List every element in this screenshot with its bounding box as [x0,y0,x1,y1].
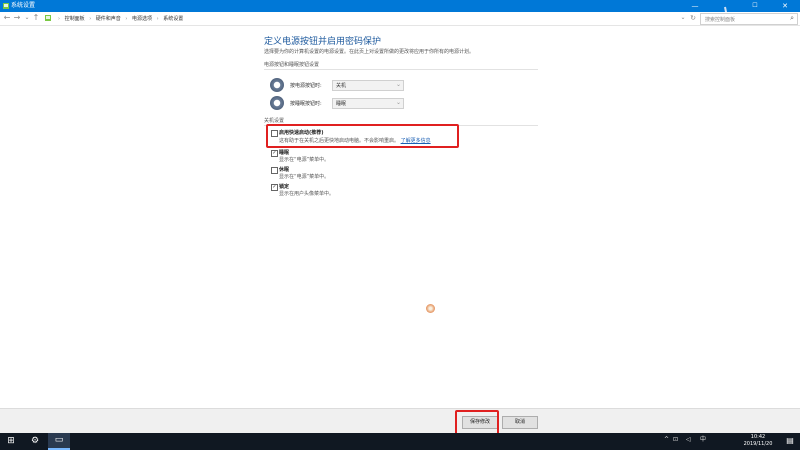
back-icon[interactable]: ← [2,13,12,23]
sleep-option-desc: 显示在“电源”菜单中。 [279,157,330,163]
sleep-option-title: 睡眠 [279,150,290,156]
search-input[interactable]: 搜索控制面板 ⌕ [700,13,798,25]
main-content: 定义电源按钮并启用密码保护 选择要为你的计算机设置的电源设置。在此页上对设置所做… [0,26,800,408]
notification-icon[interactable]: ▤ [785,436,795,446]
clock-time: 10:42 [750,434,766,440]
search-placeholder: 搜索控制面板 [705,17,736,23]
button-bar: 保存修改 取消 [0,408,800,435]
page-title: 定义电源按钮并启用密码保护 [264,37,382,47]
control-panel-taskbar-icon[interactable]: ▭ [48,433,70,450]
breadcrumb: › 控制面板 › 硬件和声音 › 电源选项 › 系统设置 [55,15,183,22]
windows-start-icon[interactable]: ⊞ [0,433,22,450]
sleep-button-value: 睡眠 [336,101,347,107]
refresh-icon[interactable]: ↻ [688,13,698,23]
cancel-button[interactable]: 取消 [502,416,538,429]
highlight-save-button [455,410,499,435]
chevron-down-icon: ⌄ [395,99,401,106]
chevron-down-icon: ⌄ [395,81,401,88]
power-button-icon [270,78,284,92]
tray-expand-icon[interactable]: ^ [664,437,669,443]
speaker-icon[interactable]: ◁ [686,437,691,443]
power-button-select[interactable]: 关机 ⌄ [332,80,404,91]
settings-gear-icon[interactable]: ⚙ [24,433,46,450]
breadcrumb-separator: › [58,16,60,22]
window-title: 系统设置 [11,2,36,9]
ime-indicator[interactable]: 中 [700,437,706,443]
busy-cursor-icon [426,304,435,313]
shutdown-section-title: 关机设置 [264,118,285,124]
sleep-button-label: 按睡眠按钮时: [290,101,322,107]
hibernate-checkbox[interactable] [271,167,278,174]
breadcrumb-system-settings[interactable]: 系统设置 [163,16,183,22]
power-button-label: 按电源按钮时: [290,83,322,89]
highlight-fast-startup [266,124,459,148]
sleep-button-icon [270,96,284,110]
breadcrumb-separator: › [89,16,92,22]
page-description: 选择要为你的计算机设置的电源设置。在此页上对设置所做的更改将应用于你所有的电源计… [264,49,475,55]
sleep-button-select[interactable]: 睡眠 ⌄ [332,98,404,109]
sleep-checkbox[interactable]: ✓ [271,150,278,157]
breadcrumb-control-panel[interactable]: 控制面板 [65,16,85,22]
hibernate-option-desc: 显示在“电源”菜单中。 [279,174,330,180]
maximize-button[interactable]: ☐ [740,0,770,12]
taskbar: ⊞ ⚙ ▭ ^ ⊡ ◁ 中 10:42 2019/11/20 ▤ [0,433,800,450]
control-panel-icon [3,3,9,9]
taskbar-clock[interactable]: 10:42 2019/11/20 [736,434,780,448]
hibernate-option-title: 休眠 [279,167,290,173]
lock-checkbox[interactable]: ✓ [271,184,278,191]
search-icon[interactable]: ⌕ [790,14,794,23]
breadcrumb-separator: › [156,16,159,22]
close-button[interactable]: ✕ [770,0,800,12]
section-divider [264,69,538,70]
forward-icon[interactable]: → [12,13,22,23]
breadcrumb-power-options[interactable]: 电源选项 [132,16,152,22]
address-bar: ← → ⌄ ↑ › 控制面板 › 硬件和声音 › 电源选项 › 系统设置 ⌄ ↻… [0,12,800,26]
clock-date: 2019/11/20 [743,441,773,447]
lock-option-desc: 显示在用户头像菜单中。 [279,191,335,197]
control-panel-icon [45,15,51,21]
power-section-title: 电源按钮和睡眠按钮设置 [264,62,320,68]
up-icon[interactable]: ↑ [31,13,41,23]
power-button-value: 关机 [336,83,347,89]
lock-option-title: 锁定 [279,184,290,190]
breadcrumb-hardware-sound[interactable]: 硬件和声音 [96,16,121,22]
address-dropdown-icon[interactable]: ⌄ [678,13,688,23]
breadcrumb-separator: › [125,16,128,22]
network-icon[interactable]: ⊡ [673,437,678,443]
